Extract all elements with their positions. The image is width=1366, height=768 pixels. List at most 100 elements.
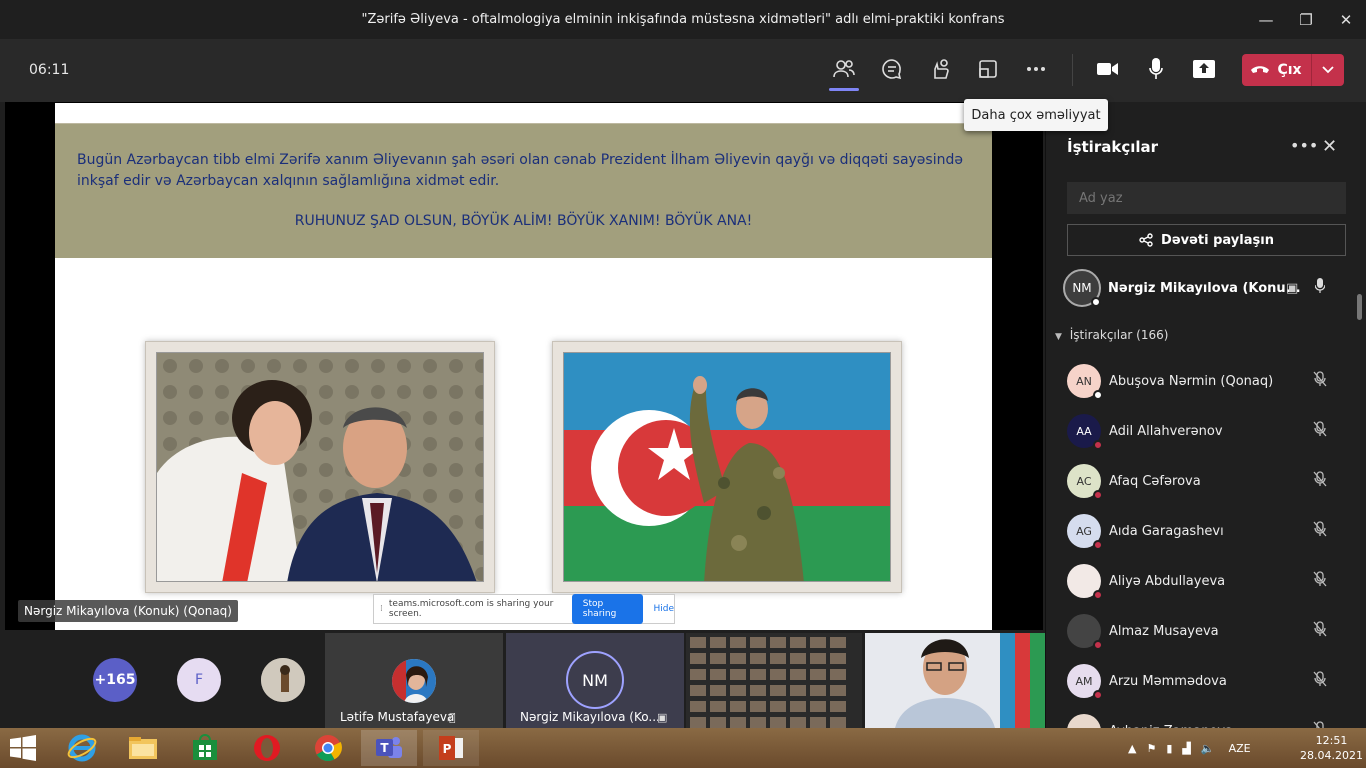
mic-muted-icon: [1313, 371, 1327, 391]
leave-main[interactable]: Çıx: [1242, 54, 1312, 86]
mic-muted-icon: [1313, 421, 1327, 441]
panel-scrollbar[interactable]: [1357, 294, 1362, 320]
share-screen-icon[interactable]: [1186, 51, 1222, 87]
participant-name: Aıda Garagashevı: [1109, 523, 1224, 539]
stop-sharing-button[interactable]: Stop sharing: [571, 594, 644, 624]
svg-text:P: P: [443, 742, 452, 756]
presenter-avatar: NM: [1063, 269, 1101, 307]
nargiz-avatar: NM: [566, 651, 624, 709]
slide-text-band: Bugün Azərbaycan tibb elmi Zərifə xanım …: [55, 124, 992, 258]
video-tile-nargiz[interactable]: NM Nərgiz Mikayılova (Ko... ▣: [506, 633, 684, 728]
participants-section-header[interactable]: ▼ İştirakçılar (166): [1055, 328, 1168, 342]
latifa-name: Lətifə Mustafayeva: [340, 710, 455, 724]
close-window-button[interactable]: ✕: [1326, 0, 1366, 40]
drag-handle-icon[interactable]: ⁞: [380, 604, 383, 614]
participant-initials: AC: [1076, 474, 1092, 488]
latifa-mic-off-icon: 🎙̸: [449, 711, 456, 724]
participant-row[interactable]: Aliyə Abdullayeva: [1046, 556, 1356, 606]
signal-icon[interactable]: ▟: [1182, 742, 1190, 755]
more-participants-badge[interactable]: +165: [93, 658, 137, 702]
participant-name: Abuşova Nərmin (Qonaq): [1109, 373, 1274, 389]
microphone-icon[interactable]: [1138, 51, 1174, 87]
taskbar-clock[interactable]: 12:51 28.04.2021: [1300, 733, 1363, 763]
presence-dot: [1093, 690, 1103, 700]
nargiz-presenting-icon: ▣: [657, 711, 668, 724]
more-actions-icon[interactable]: [1018, 51, 1054, 87]
participant-row[interactable]: AG Aıda Garagashevı: [1046, 506, 1356, 556]
participant-name: Adil Allahverənov: [1109, 423, 1223, 439]
mic-muted-icon: [1313, 571, 1327, 591]
leave-button[interactable]: Çıx: [1242, 54, 1344, 86]
camera-icon[interactable]: [1090, 51, 1126, 87]
presenter-share-icon: ▣: [1286, 280, 1299, 296]
hide-sharing-bar-link[interactable]: Hide: [653, 604, 674, 614]
participants-panel: İştirakçılar ••• ✕ Dəvəti paylaşın NM Nə…: [1045, 102, 1366, 750]
battery-icon[interactable]: ▮: [1166, 742, 1172, 755]
tray-arrow-icon[interactable]: ▲: [1128, 742, 1136, 755]
video-tile-camera[interactable]: [865, 633, 1045, 728]
share-invite-button[interactable]: Dəvəti paylaşın: [1067, 224, 1346, 256]
presenter-row-name: Nərgiz Mikayılova (Konu...: [1108, 280, 1301, 296]
presence-dot: [1093, 390, 1103, 400]
internet-explorer-icon[interactable]: [54, 730, 110, 766]
shared-screen-stage: Bugün Azərbaycan tibb elmi Zərifə xanım …: [5, 102, 1043, 630]
participant-avatar: [1067, 614, 1103, 650]
panel-more-icon[interactable]: •••: [1290, 136, 1318, 155]
flag-icon[interactable]: ⚑: [1146, 742, 1156, 755]
latifa-avatar: [392, 659, 436, 703]
store-icon[interactable]: [177, 730, 233, 766]
rooms-icon[interactable]: [970, 51, 1006, 87]
volume-icon[interactable]: 🔈: [1201, 742, 1215, 755]
participant-row[interactable]: Almaz Musayeva: [1046, 606, 1356, 656]
participant-search-input[interactable]: [1067, 182, 1346, 214]
participants-list: AN Abuşova Nərmin (Qonaq) AA Adil Allahverə…: [1046, 356, 1356, 756]
opera-icon[interactable]: [239, 730, 295, 766]
mic-muted-icon: [1313, 521, 1327, 541]
participant-avatar: AC: [1067, 464, 1103, 500]
participant-name: Almaz Musayeva: [1109, 623, 1219, 639]
reactions-icon[interactable]: [922, 51, 958, 87]
presence-dot: [1093, 540, 1103, 550]
powerpoint-icon[interactable]: P: [423, 730, 479, 766]
start-windows-icon[interactable]: [0, 730, 46, 766]
leave-label: Çıx: [1277, 62, 1302, 78]
teams-icon[interactable]: T: [361, 730, 417, 766]
mic-muted-icon: [1313, 671, 1327, 691]
photo-frame-left: [145, 341, 495, 593]
video-tile-latifa[interactable]: Lətifə Mustafayeva 🎙̸: [325, 633, 503, 728]
share-icon: [1139, 233, 1153, 247]
participant-strip: +165 F Lətifə Mustafayeva 🎙̸ NM Nərgiz M…: [0, 630, 1045, 728]
chrome-icon[interactable]: [300, 730, 356, 766]
leave-options-chevron-icon[interactable]: [1312, 66, 1344, 74]
participant-row[interactable]: AC Afaq Cəfərova: [1046, 456, 1356, 506]
participant-row[interactable]: AN Abuşova Nərmin (Qonaq): [1046, 356, 1356, 406]
avatar-photo[interactable]: [261, 658, 305, 702]
nargiz-name: Nərgiz Mikayılova (Ko...: [520, 710, 660, 724]
presence-dot: [1093, 440, 1103, 450]
mic-muted-icon: [1313, 621, 1327, 641]
file-explorer-icon[interactable]: [115, 730, 171, 766]
avatar-f[interactable]: F: [177, 658, 221, 702]
language-indicator[interactable]: AZE: [1229, 742, 1251, 755]
panel-close-icon[interactable]: ✕: [1322, 136, 1337, 157]
presenter-row[interactable]: NM Nərgiz Mikayılova (Konu... ▣: [1063, 268, 1353, 308]
flag-photo: [563, 352, 891, 582]
window-titlebar: "Zərifə Əliyeva - oftalmologiya elminin …: [0, 0, 1366, 40]
participant-row[interactable]: AM Arzu Məmmədova: [1046, 656, 1356, 706]
slide-top-strip: [55, 103, 992, 124]
participant-initials: AA: [1076, 424, 1092, 438]
minimize-button[interactable]: —: [1246, 0, 1286, 40]
video-tile-gallery[interactable]: [686, 633, 862, 728]
portrait-photo: [156, 352, 484, 582]
section-label: İştirakçılar (166): [1069, 328, 1169, 342]
svg-text:T: T: [380, 741, 389, 755]
participants-icon[interactable]: [826, 51, 862, 91]
maximize-button[interactable]: ❐: [1286, 0, 1326, 40]
section-chevron-icon: ▼: [1055, 332, 1062, 342]
system-tray: ▲ ⚑ ▮ ▟ 🔈 AZE: [1128, 728, 1251, 768]
participant-avatar: AA: [1067, 414, 1103, 450]
chat-icon[interactable]: [874, 51, 910, 87]
presence-dot: [1093, 640, 1103, 650]
presenter-initials: NM: [1072, 281, 1092, 295]
participant-row[interactable]: AA Adil Allahverənov: [1046, 406, 1356, 456]
